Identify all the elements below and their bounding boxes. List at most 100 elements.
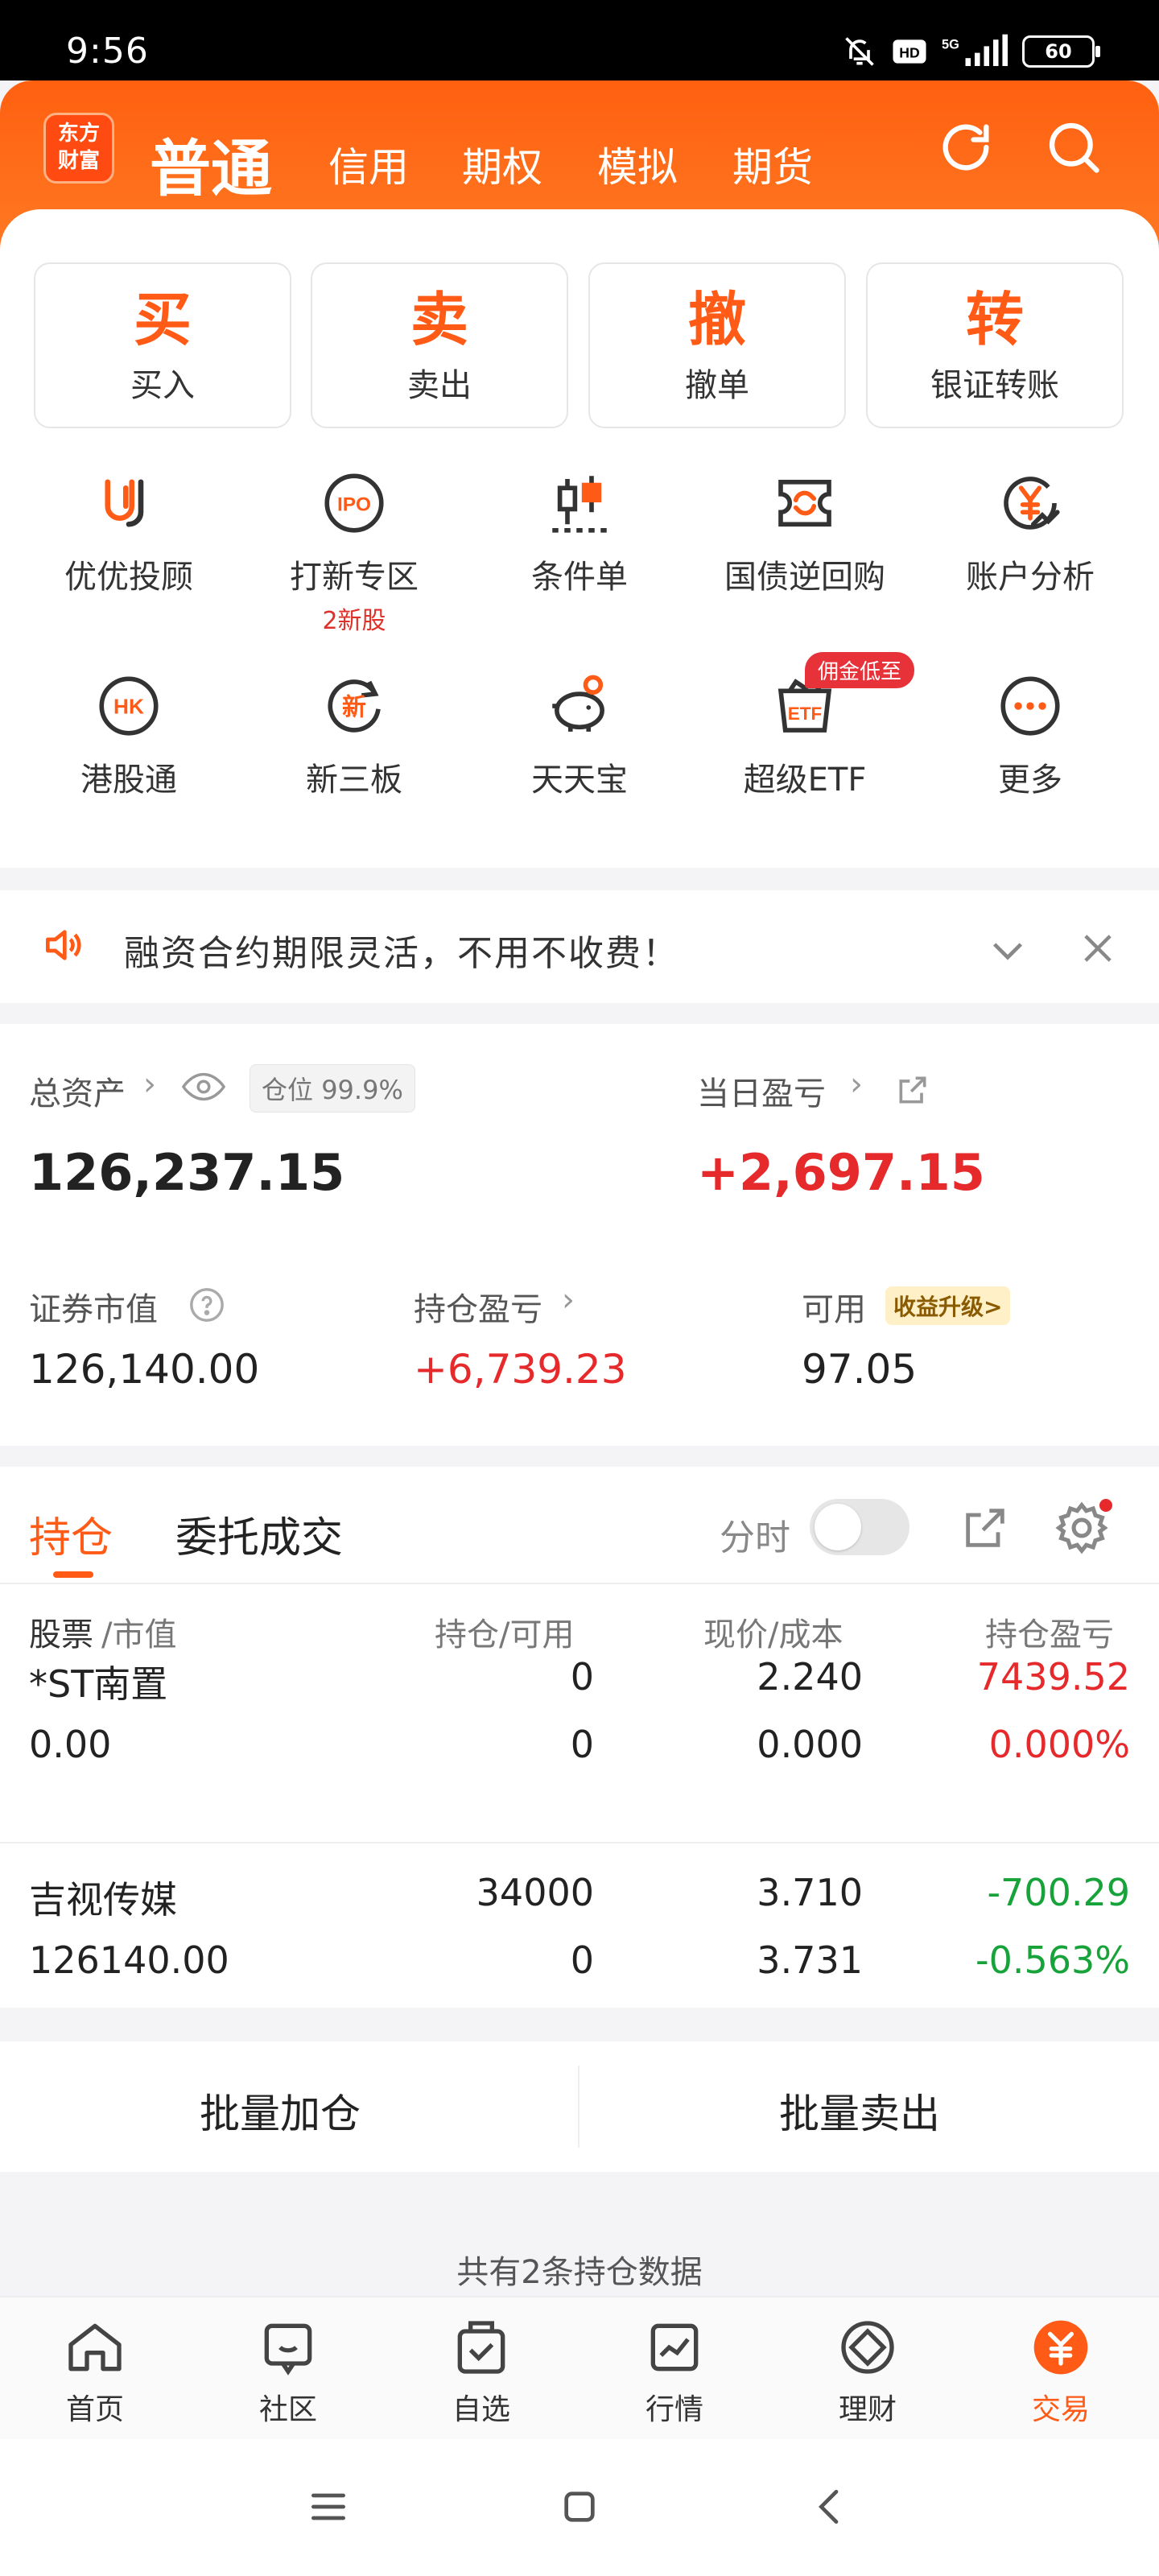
tab-normal[interactable]: 普通 (150, 119, 272, 208)
nav-home[interactable]: 首页 (31, 2315, 159, 2428)
repo-icon (778, 479, 831, 527)
stock-qty: 34000 (476, 1871, 594, 1914)
system-nav-bar (0, 2439, 1159, 2576)
holdings-count-note: 共有2条持仓数据 (456, 2254, 703, 2291)
assets-summary: 总资产 › 仓位 99.9% 126,237.15 当日盈亏 › +2,697.… (0, 1024, 1159, 1446)
nav-market[interactable]: 行情 (610, 2315, 739, 2428)
holding-pl-value: +6,739.23 (414, 1346, 627, 1393)
nav-community[interactable]: 社区 (224, 2315, 353, 2428)
holding-pl-label[interactable]: 持仓盈亏 (414, 1283, 542, 1330)
market-value: 126,140.00 (29, 1346, 260, 1393)
bank-transfer-button[interactable]: 转 银证转账 (866, 262, 1124, 428)
svg-text:ETF: ETF (788, 704, 823, 724)
col-stock: 股票 (29, 1616, 93, 1653)
table-row[interactable]: *ST南置 0.00 0 0 2.240 0.000 7439.52 0.000… (0, 1655, 1159, 1800)
feature-super-etf[interactable]: ETF 超级ETF (700, 670, 909, 800)
yield-upgrade-badge[interactable]: 收益升级> (885, 1286, 1011, 1325)
feature-ipo[interactable]: IPO 打新专区 2新股 (250, 467, 459, 636)
holdings-panel: 持仓 委托成交 分时 股票 /市值 持仓/可用 现价/成本 持仓盈亏 *ST南置… (0, 1467, 1159, 2008)
feature-youyou[interactable]: 优优投顾 (24, 467, 233, 597)
status-time: 9:56 (66, 31, 149, 72)
share-icon[interactable] (959, 1502, 1011, 1554)
stock-name: 吉视传媒 (29, 1878, 177, 1922)
status-bar: 9:56 HD 5G 60 (0, 0, 1159, 80)
batch-add-button[interactable]: 批量加仓 (200, 2082, 361, 2140)
ipo-count: 2新股 (322, 607, 386, 635)
commission-promo-badge: 佣金低至 (805, 652, 915, 688)
chevron-down-icon[interactable] (985, 927, 1030, 972)
feature-conditional-order[interactable]: 条件单 (475, 467, 684, 597)
holdings-tabs: 持仓 委托成交 分时 (0, 1467, 1159, 1584)
position-ratio-badge: 仓位 99.9% (250, 1064, 415, 1113)
market-icon (650, 2323, 699, 2372)
available-value: 97.05 (802, 1346, 918, 1393)
tab-positions[interactable]: 持仓 (29, 1504, 113, 1564)
feature-hk-connect[interactable]: HK 港股通 (24, 670, 233, 800)
total-assets-value: 126,237.15 (29, 1143, 345, 1202)
refresh-icon[interactable] (935, 117, 996, 178)
timeshare-label: 分时 (720, 1517, 790, 1558)
youyou-icon (105, 479, 144, 527)
candlestick-icon (552, 476, 607, 533)
col-qty: 持仓/可用 (435, 1616, 575, 1653)
col-pl: 持仓盈亏 (985, 1616, 1114, 1653)
notice-bar[interactable]: 融资合约期限灵活，不用不收费！ (0, 890, 1159, 1003)
trade-icon (1033, 2320, 1088, 2375)
feature-reverse-repo[interactable]: 国债逆回购 (700, 467, 909, 597)
tab-simulation[interactable]: 模拟 (597, 135, 678, 193)
stock-name: *ST南置 (29, 1662, 168, 1706)
svg-text:IPO: IPO (337, 493, 371, 515)
sell-button[interactable]: 卖 卖出 (311, 262, 568, 428)
piggy-bank-icon (552, 675, 604, 732)
feature-tiantianbao[interactable]: 天天宝 (475, 670, 684, 800)
feature-account-analysis[interactable]: 账户分析 (926, 467, 1135, 597)
stock-pl: -700.29 (987, 1871, 1130, 1914)
table-row[interactable]: 吉视传媒 126140.00 34000 0 3.710 3.731 -700.… (0, 1871, 1159, 2008)
close-icon[interactable] (1077, 927, 1119, 969)
feature-neeq[interactable]: 新 新三板 (250, 670, 459, 800)
tab-options[interactable]: 期权 (462, 135, 542, 193)
timeshare-toggle[interactable] (810, 1499, 909, 1555)
buy-button[interactable]: 买 买入 (34, 262, 291, 428)
home-square-icon[interactable] (557, 2484, 602, 2529)
tab-credit[interactable]: 信用 (328, 135, 409, 193)
daily-pl-label[interactable]: 当日盈亏 (697, 1067, 826, 1114)
nav-wealth[interactable]: 理财 (803, 2315, 932, 2428)
home-icon (68, 2323, 122, 2372)
row-divider (0, 1842, 1159, 1843)
divider (578, 2066, 580, 2148)
cancel-order-button[interactable]: 撤 撤单 (588, 262, 846, 428)
stock-pl: 7439.52 (976, 1655, 1130, 1699)
total-assets-label[interactable]: 总资产 (29, 1067, 126, 1114)
menu-icon[interactable] (306, 2484, 351, 2529)
xin-icon: 新 (328, 679, 381, 733)
daily-pl-value: +2,697.15 (697, 1143, 985, 1202)
stock-qty: 0 (570, 1655, 594, 1699)
chevron-right-icon: › (850, 1066, 863, 1103)
wealth-icon (841, 2321, 894, 2374)
eye-icon[interactable] (182, 1071, 225, 1103)
watchlist-icon (457, 2321, 505, 2374)
battery-level: 60 (1045, 40, 1072, 63)
search-icon[interactable] (1043, 117, 1104, 178)
nav-trade[interactable]: 交易 (996, 2315, 1125, 2428)
svg-text:5G: 5G (942, 38, 959, 52)
nav-watchlist[interactable]: 自选 (417, 2315, 546, 2428)
external-link-icon[interactable] (895, 1072, 930, 1108)
chevron-right-icon: › (143, 1066, 156, 1103)
svg-text:新: 新 (342, 693, 366, 721)
help-icon[interactable] (188, 1286, 225, 1323)
battery-icon: 60 (1022, 35, 1100, 68)
mute-bell-icon (845, 37, 874, 66)
stock-price: 2.240 (757, 1655, 863, 1699)
speaker-icon (46, 930, 81, 960)
back-icon[interactable] (808, 2484, 853, 2529)
more-icon (1000, 676, 1060, 736)
tab-orders[interactable]: 委托成交 (175, 1504, 343, 1564)
notification-dot (1099, 1499, 1112, 1512)
batch-sell-button[interactable]: 批量卖出 (779, 2082, 940, 2140)
tab-futures[interactable]: 期货 (732, 135, 813, 193)
chevron-right-icon: › (562, 1282, 575, 1319)
stock-cost: 3.731 (757, 1938, 863, 1982)
feature-more[interactable]: 更多 (926, 670, 1135, 800)
